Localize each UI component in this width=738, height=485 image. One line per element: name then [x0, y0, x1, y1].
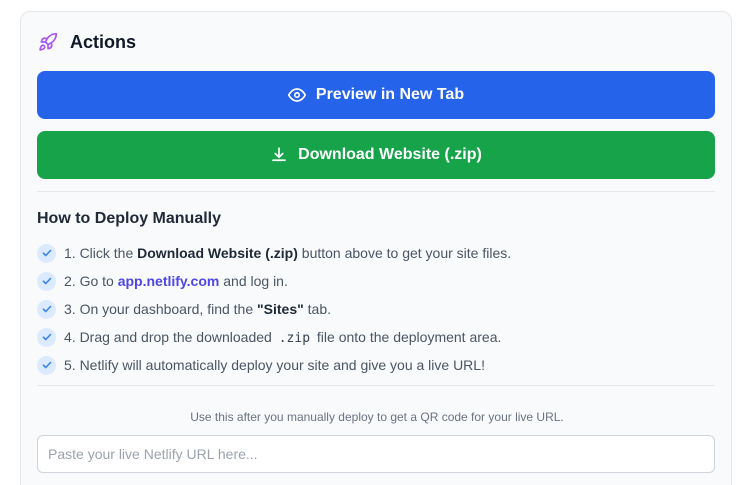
howto-steps: 1. Click the Download Website (.zip) but…: [37, 239, 511, 379]
step-text: 5. Netlify will automatically deploy you…: [64, 357, 485, 373]
list-item: 1. Click the Download Website (.zip) but…: [37, 239, 511, 267]
live-url-input[interactable]: [37, 435, 715, 473]
actions-title: Actions: [70, 31, 137, 52]
step-text: 4. Drag and drop the downloaded .zip fil…: [64, 328, 502, 346]
step-text: 1. Click the Download Website (.zip) but…: [64, 245, 512, 261]
preview-button[interactable]: Preview in New Tab: [37, 71, 715, 119]
preview-button-label: Preview in New Tab: [315, 86, 465, 103]
list-item: 4. Drag and drop the downloaded .zip fil…: [37, 323, 511, 351]
qr-note: Use this after you manually deploy to ge…: [190, 410, 564, 424]
rocket-icon: [38, 32, 58, 52]
check-icon: [37, 243, 56, 263]
check-icon: [37, 355, 56, 375]
step-code: .zip: [278, 330, 311, 346]
step-text: 3. On your dashboard, find the "Sites" t…: [64, 301, 332, 317]
step-bold: "Sites": [257, 301, 304, 317]
list-item: 3. On your dashboard, find the "Sites" t…: [37, 295, 511, 323]
divider: [37, 191, 715, 192]
divider: [37, 385, 715, 386]
download-button-label: Download Website (.zip): [298, 146, 482, 163]
netlify-link[interactable]: app.netlify.com: [118, 273, 220, 289]
eye-icon: [287, 86, 306, 104]
list-item: 5. Netlify will automatically deploy you…: [37, 351, 511, 379]
download-button[interactable]: Download Website (.zip): [37, 131, 715, 179]
actions-header: Actions: [38, 31, 136, 53]
step-text: 2. Go to app.netlify.com and log in.: [64, 273, 288, 289]
check-icon: [37, 299, 56, 319]
list-item: 2. Go to app.netlify.com and log in.: [37, 267, 511, 295]
download-icon: [270, 146, 288, 164]
step-bold: Download Website (.zip): [137, 245, 298, 261]
check-icon: [37, 327, 56, 347]
check-icon: [37, 271, 56, 291]
howto-title: How to Deploy Manually: [37, 210, 222, 227]
actions-card: Actions Preview in New Tab Download Webs…: [20, 11, 732, 485]
